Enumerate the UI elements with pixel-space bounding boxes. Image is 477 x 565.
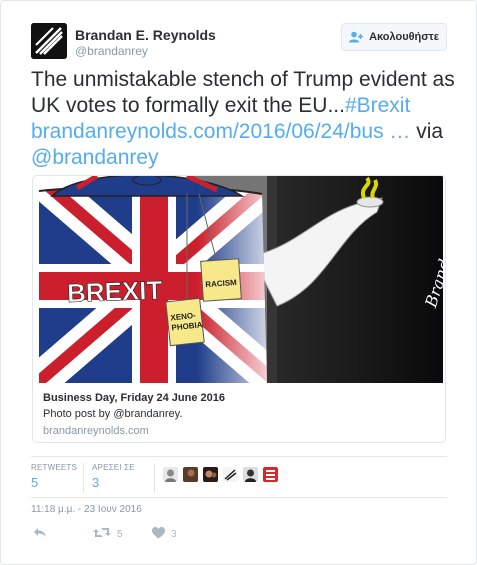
brexit-label: BREXIT [67, 275, 163, 308]
like-button[interactable]: 3 [152, 527, 177, 542]
url-link[interactable]: brandanreynolds.com/2016/06/24/bus … [31, 120, 410, 143]
retweets-count[interactable]: 5 [31, 475, 38, 490]
card-description: Photo post by @brandanrey. [43, 408, 183, 420]
tweet-text: The unmistakable stench of Trump evident… [31, 67, 461, 171]
likes-count[interactable]: 3 [92, 475, 99, 490]
divider [31, 456, 447, 457]
card-title[interactable]: Business Day, Friday 24 June 2016 [43, 392, 225, 404]
likes-label[interactable]: ΑΡΕΣΕΙ ΣΕ [92, 463, 135, 472]
reply-icon [33, 527, 47, 541]
follow-label: Ακολουθήστε [369, 31, 439, 43]
cartoon-image[interactable]: BREXIT RACISM XENO- PHOBIA Brandan [37, 176, 445, 383]
avatar[interactable] [163, 467, 178, 482]
via-text: via [410, 120, 444, 143]
divider [31, 497, 447, 498]
mention-link[interactable]: @brandanrey [31, 146, 159, 169]
hashtag-link[interactable]: #Brexit [345, 94, 410, 117]
divider [154, 463, 155, 493]
likers-avatars [163, 467, 278, 482]
tweet-card: Brandan E. Reynolds @brandanrey Ακολουθή… [0, 0, 477, 565]
avatar[interactable] [183, 467, 198, 482]
logo-icon [31, 23, 67, 59]
card-domain[interactable]: brandanreynolds.com [43, 425, 149, 437]
heart-icon [152, 527, 165, 542]
author-name[interactable]: Brandan E. Reynolds [75, 27, 216, 43]
tweet-timestamp[interactable]: 11:18 μ.μ. - 23 Ιουν 2016 [31, 504, 142, 515]
like-count: 3 [171, 529, 177, 540]
retweet-count: 5 [117, 528, 123, 540]
reply-button[interactable] [33, 527, 47, 541]
add-user-icon [349, 31, 364, 43]
link-card[interactable]: BREXIT RACISM XENO- PHOBIA Brandan Busin… [32, 175, 446, 443]
retweet-icon [93, 527, 111, 541]
avatar[interactable] [243, 467, 258, 482]
avatar[interactable] [223, 467, 238, 482]
retweet-button[interactable]: 5 [93, 527, 123, 541]
follow-button[interactable]: Ακολουθήστε [341, 23, 447, 51]
retweets-label[interactable]: RETWEETS [31, 463, 77, 472]
author-handle[interactable]: @brandanrey [75, 44, 148, 58]
avatar[interactable] [203, 467, 218, 482]
avatar[interactable] [263, 467, 278, 482]
divider [83, 463, 84, 493]
avatar[interactable] [31, 23, 67, 59]
